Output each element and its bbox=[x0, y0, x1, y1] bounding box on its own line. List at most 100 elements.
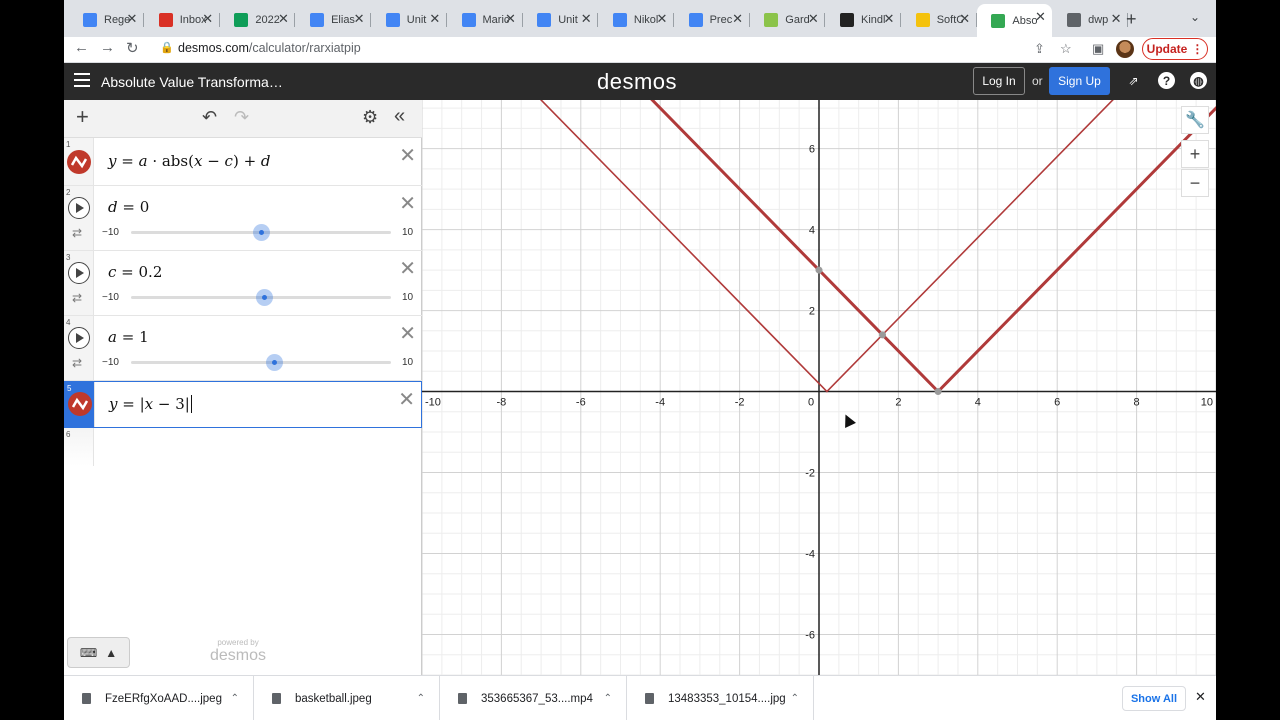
close-tab-icon[interactable]: ✕ bbox=[1108, 11, 1124, 27]
download-item[interactable]: 353665367_53....mp4 ⌃ bbox=[440, 676, 627, 720]
address-bar[interactable]: desmos.com/calculator/rarxiatpip bbox=[178, 41, 361, 55]
delete-icon[interactable]: ✕ bbox=[399, 256, 416, 281]
close-tab-icon[interactable]: ✕ bbox=[578, 11, 594, 27]
slider-track[interactable] bbox=[131, 224, 391, 241]
chevron-up-icon[interactable]: ⌃ bbox=[604, 693, 612, 704]
slider-handle[interactable] bbox=[266, 354, 283, 371]
powered-by-desmos[interactable]: powered by desmos bbox=[210, 638, 266, 665]
delete-icon[interactable]: ✕ bbox=[399, 191, 416, 216]
browser-tab[interactable]: Rege ✕ bbox=[69, 6, 144, 34]
expression-row-6[interactable]: 6 bbox=[64, 428, 422, 466]
slider-a-math[interactable]: a = 1 bbox=[108, 328, 149, 346]
chevron-up-icon[interactable]: ⌃ bbox=[231, 693, 239, 704]
close-tab-icon[interactable]: ✕ bbox=[275, 11, 291, 27]
delete-icon[interactable]: ✕ bbox=[399, 143, 416, 168]
globe-language-icon[interactable]: ◍ bbox=[1190, 72, 1207, 89]
slider-min[interactable]: −10 bbox=[102, 292, 119, 303]
download-item[interactable]: FzeERfgXoAAD....jpeg ⌃ bbox=[64, 676, 254, 720]
share-graph-icon[interactable]: ⇗ bbox=[1125, 72, 1142, 89]
slider-track[interactable] bbox=[131, 354, 391, 371]
expression-1-math[interactable]: y = a · abs(x − c) + d bbox=[108, 152, 271, 170]
redo-icon[interactable]: ↷ bbox=[234, 107, 249, 128]
graph-title[interactable]: Absolute Value Transforma… bbox=[101, 74, 283, 90]
expression-row-4[interactable]: 4 ⇄ a = 1 −10 10 ✕ bbox=[64, 316, 422, 381]
graph-canvas[interactable]: -10 -8 -6 -4 -2 0 2 4 6 8 10 6 4 2 -2 -4 -6 bbox=[422, 100, 1216, 675]
keyboard-toggle-button[interactable]: ⌨ ▲ bbox=[67, 637, 130, 668]
expression-row-3[interactable]: 3 ⇄ c = 0.2 −10 10 ✕ bbox=[64, 251, 422, 316]
slider-track[interactable] bbox=[131, 289, 391, 306]
loop-icon[interactable]: ⇄ bbox=[72, 356, 82, 370]
slider-d-math[interactable]: d = 0 bbox=[108, 198, 149, 216]
graph-wave-icon[interactable] bbox=[67, 150, 91, 174]
browser-tab[interactable]: Elias ✕ bbox=[296, 6, 372, 34]
close-tab-icon[interactable]: ✕ bbox=[730, 11, 746, 27]
slider-c-math[interactable]: c = 0.2 bbox=[108, 263, 162, 281]
loop-icon[interactable]: ⇄ bbox=[72, 226, 82, 240]
download-item[interactable]: basketball.jpeg ⌃ bbox=[254, 676, 440, 720]
slider-handle[interactable] bbox=[253, 224, 270, 241]
close-tab-icon[interactable]: ✕ bbox=[881, 11, 897, 27]
close-shelf-icon[interactable]: ✕ bbox=[1195, 689, 1206, 705]
chevron-up-icon[interactable]: ⌃ bbox=[417, 693, 425, 704]
graph-settings-wrench-icon[interactable]: 🔧 bbox=[1181, 106, 1209, 134]
sidebar-icon[interactable]: ▣ bbox=[1092, 41, 1104, 57]
close-tab-icon[interactable]: ✕ bbox=[427, 11, 443, 27]
loop-icon[interactable]: ⇄ bbox=[72, 291, 82, 305]
delete-icon[interactable]: ✕ bbox=[398, 387, 415, 412]
browser-tab[interactable]: 2022 ✕ bbox=[220, 6, 296, 34]
close-tab-icon[interactable]: ✕ bbox=[957, 11, 973, 27]
update-button[interactable]: Update ⋮ bbox=[1142, 38, 1208, 60]
expression-row-2[interactable]: 2 ⇄ d = 0 −10 10 ✕ bbox=[64, 186, 422, 251]
browser-tab[interactable]: Maric ✕ bbox=[448, 6, 523, 34]
zoom-in-icon[interactable]: + bbox=[1181, 140, 1209, 168]
graph-wave-icon[interactable] bbox=[68, 392, 92, 416]
show-all-button[interactable]: Show All bbox=[1122, 686, 1186, 711]
download-item[interactable]: 13483353_10154....jpg ⌃ bbox=[627, 676, 814, 720]
close-tab-icon[interactable]: ✕ bbox=[805, 11, 821, 27]
close-tab-icon[interactable]: ✕ bbox=[503, 11, 519, 27]
browser-tab[interactable]: SoftC ✕ bbox=[902, 6, 977, 34]
close-tab-icon[interactable]: ✕ bbox=[654, 11, 670, 27]
menu-hamburger-icon[interactable] bbox=[74, 73, 90, 87]
settings-gear-icon[interactable]: ⚙ bbox=[362, 107, 378, 128]
expression-row-5[interactable]: 5 y = |x − 3| ✕ bbox=[64, 381, 422, 428]
reload-icon[interactable]: ↻ bbox=[126, 39, 139, 57]
slider-max[interactable]: 10 bbox=[402, 357, 413, 368]
help-icon[interactable]: ? bbox=[1158, 72, 1175, 89]
zoom-out-icon[interactable]: − bbox=[1181, 169, 1209, 197]
share-icon[interactable]: ⇪ bbox=[1034, 41, 1045, 57]
browser-tab[interactable]: Kindl ✕ bbox=[826, 6, 901, 34]
play-icon[interactable] bbox=[68, 197, 90, 219]
tab-search-chevron-icon[interactable]: ⌄ bbox=[1190, 10, 1200, 24]
lock-icon[interactable]: 🔒 bbox=[160, 41, 174, 54]
undo-icon[interactable]: ↶ bbox=[202, 107, 217, 128]
new-tab-button[interactable]: + bbox=[1126, 9, 1137, 30]
slider-min[interactable]: −10 bbox=[102, 357, 119, 368]
play-icon[interactable] bbox=[68, 327, 90, 349]
browser-tab[interactable]: dwp ✕ bbox=[1053, 6, 1129, 34]
chevron-up-icon[interactable]: ⌃ bbox=[791, 693, 799, 704]
play-icon[interactable] bbox=[68, 262, 90, 284]
close-tab-icon[interactable]: ✕ bbox=[124, 11, 140, 27]
slider-max[interactable]: 10 bbox=[402, 227, 413, 238]
add-item-icon[interactable]: + bbox=[76, 104, 89, 130]
back-arrow-icon[interactable]: ← bbox=[74, 39, 89, 56]
login-button[interactable]: Log In bbox=[973, 67, 1025, 95]
close-tab-icon[interactable]: ✕ bbox=[200, 11, 216, 27]
slider-max[interactable]: 10 bbox=[402, 292, 413, 303]
close-tab-icon[interactable]: ✕ bbox=[1032, 9, 1048, 25]
browser-tab[interactable]: Unit ✕ bbox=[523, 6, 599, 34]
browser-tab[interactable]: Abso ✕ bbox=[977, 4, 1053, 37]
expression-5-input[interactable]: y = |x − 3| bbox=[109, 395, 192, 413]
browser-tab[interactable]: Inbox ✕ bbox=[145, 6, 220, 34]
bookmark-star-icon[interactable]: ☆ bbox=[1060, 41, 1072, 57]
slider-min[interactable]: −10 bbox=[102, 227, 119, 238]
collapse-panel-icon[interactable]: « bbox=[394, 105, 405, 128]
forward-arrow-icon[interactable]: → bbox=[100, 39, 115, 56]
browser-tab[interactable]: Nikol ✕ bbox=[599, 6, 674, 34]
browser-tab[interactable]: Prec ✕ bbox=[675, 6, 750, 34]
slider-handle[interactable] bbox=[255, 289, 273, 306]
profile-avatar[interactable] bbox=[1116, 40, 1134, 58]
browser-tab[interactable]: Unit ✕ bbox=[372, 6, 447, 34]
close-tab-icon[interactable]: ✕ bbox=[351, 11, 367, 27]
